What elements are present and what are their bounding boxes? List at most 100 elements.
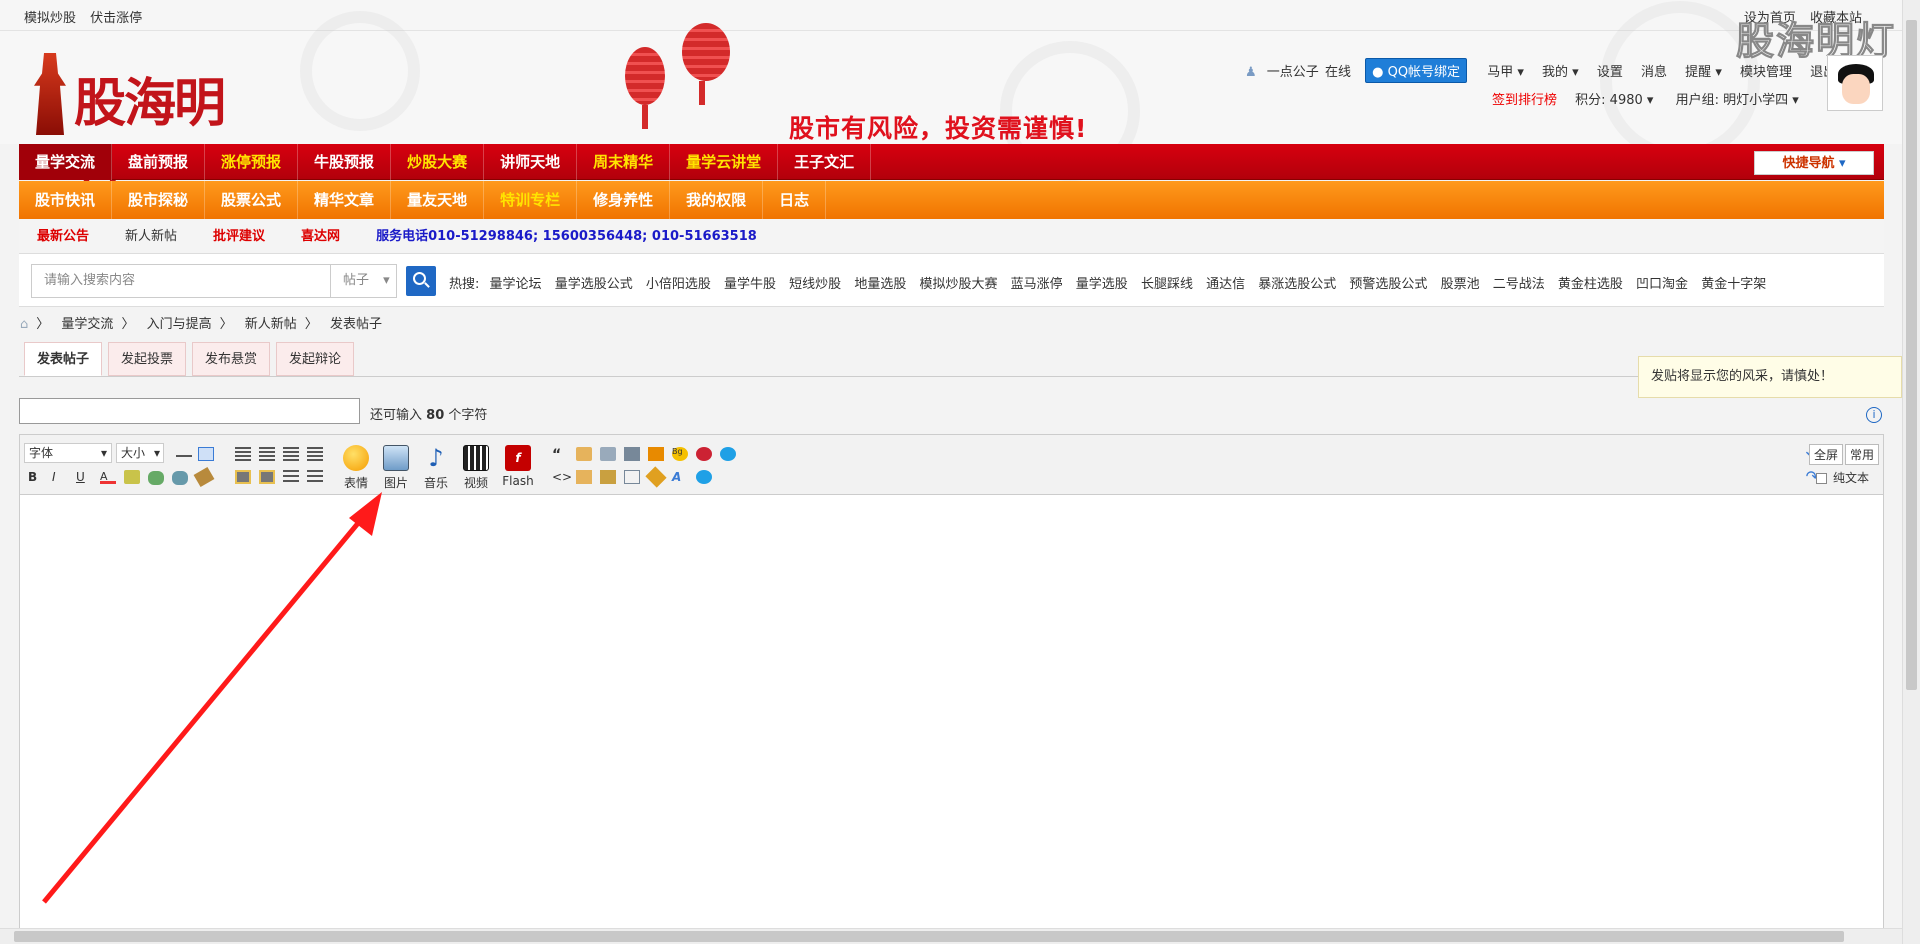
- media-play-icon[interactable]: [696, 470, 712, 484]
- breadcrumb-item[interactable]: 入门与提高: [147, 317, 212, 332]
- info-icon[interactable]: i: [1866, 407, 1882, 423]
- horizontal-rule-icon[interactable]: [176, 455, 192, 469]
- menu-sockpuppet[interactable]: 马甲 ▾: [1487, 65, 1524, 80]
- hot-search-item[interactable]: 蓝马涨停: [1011, 277, 1063, 292]
- hot-search-item[interactable]: 量学选股: [1076, 277, 1128, 292]
- align-justify-icon[interactable]: [307, 447, 323, 461]
- subnav-item[interactable]: 股票公式: [205, 181, 299, 219]
- underline-icon[interactable]: U: [76, 470, 92, 484]
- top-link-simulate[interactable]: 模拟炒股: [24, 11, 76, 26]
- hot-search-item[interactable]: 黄金十字架: [1701, 277, 1766, 292]
- notice-link-feedback[interactable]: 批评建议: [195, 219, 283, 254]
- insert-icon[interactable]: [648, 447, 664, 461]
- hot-search-item[interactable]: 模拟炒股大赛: [919, 277, 997, 292]
- code-icon[interactable]: <>: [552, 470, 572, 484]
- tab-post[interactable]: 发表帖子: [24, 342, 103, 376]
- align-center-icon[interactable]: [259, 447, 275, 461]
- attachment-icon[interactable]: [600, 470, 616, 484]
- plain-text-checkbox[interactable]: [1815, 473, 1827, 484]
- online-status[interactable]: 在线: [1325, 65, 1351, 80]
- notice-link-newbie[interactable]: 新人新帖: [107, 219, 195, 254]
- align-right-icon[interactable]: [283, 447, 299, 461]
- vertical-scrollbar[interactable]: [1902, 0, 1920, 944]
- post-title-input[interactable]: [19, 398, 360, 424]
- subnav-item[interactable]: 我的权限: [670, 181, 764, 219]
- hot-search-item[interactable]: 量学牛股: [724, 277, 776, 292]
- highlight-icon[interactable]: [124, 470, 140, 484]
- nav-item[interactable]: 盘前预报: [112, 144, 206, 180]
- font-color-icon[interactable]: A: [100, 470, 116, 484]
- unlink-icon[interactable]: [172, 471, 188, 485]
- search-button[interactable]: [406, 266, 436, 296]
- search-input[interactable]: 请输入搜索内容: [31, 264, 331, 298]
- hot-search-item[interactable]: 黄金柱选股: [1558, 277, 1623, 292]
- lock-icon[interactable]: [576, 470, 592, 484]
- qq-bind-button[interactable]: ● QQ帐号绑定: [1365, 58, 1468, 83]
- link-icon[interactable]: [148, 471, 164, 485]
- background-icon[interactable]: Bg: [672, 447, 688, 461]
- emoji-button[interactable]: 表情: [338, 445, 374, 491]
- tab-debate[interactable]: 发起辩论: [276, 342, 355, 376]
- hot-search-item[interactable]: 暴涨选股公式: [1258, 277, 1336, 292]
- hot-search-item[interactable]: 量学选股公式: [555, 277, 633, 292]
- user-group-menu[interactable]: 用户组: 明灯小学四 ▾: [1676, 93, 1799, 108]
- quick-nav-button[interactable]: 快捷导航 ▾: [1754, 151, 1874, 175]
- image-button[interactable]: 图片: [378, 445, 414, 491]
- hot-search-item[interactable]: 短线炒股: [789, 277, 841, 292]
- common-button[interactable]: 常用: [1843, 444, 1879, 465]
- hot-search-item[interactable]: 股票池: [1441, 277, 1480, 292]
- scrollbar-thumb[interactable]: [14, 931, 1844, 942]
- username[interactable]: 一点公子: [1267, 65, 1319, 80]
- align-left-icon[interactable]: [235, 447, 251, 461]
- ordered-list-icon[interactable]: [283, 470, 299, 484]
- tab-reward[interactable]: 发布悬赏: [192, 342, 271, 376]
- menu-settings[interactable]: 设置: [1597, 65, 1623, 80]
- hot-search-item[interactable]: 量学论坛: [490, 277, 542, 292]
- music-button[interactable]: ♪ 音乐: [418, 445, 454, 491]
- nav-item[interactable]: 量学云讲堂: [670, 144, 779, 180]
- italic-icon[interactable]: I: [52, 470, 68, 484]
- nav-item[interactable]: 牛股预报: [298, 144, 392, 180]
- bold-icon[interactable]: B: [28, 470, 44, 484]
- float-left-icon[interactable]: [235, 470, 251, 484]
- nav-item[interactable]: 周末精华: [577, 144, 671, 180]
- hot-search-item[interactable]: 长腿踩线: [1141, 277, 1193, 292]
- nav-item[interactable]: 涨停预报: [205, 144, 299, 180]
- menu-mine[interactable]: 我的 ▾: [1542, 65, 1579, 80]
- clear-format-icon[interactable]: [193, 466, 215, 488]
- float-right-icon[interactable]: [259, 470, 275, 484]
- top-link-ambush[interactable]: 伏击涨停: [90, 11, 142, 26]
- menu-reminders[interactable]: 提醒 ▾: [1685, 65, 1722, 80]
- subnav-item[interactable]: 特训专栏: [484, 181, 578, 219]
- hot-search-item[interactable]: 二号战法: [1493, 277, 1545, 292]
- subnav-item[interactable]: 量友天地: [391, 181, 485, 219]
- key-icon[interactable]: [645, 466, 667, 488]
- subnav-item[interactable]: 精华文章: [298, 181, 392, 219]
- nav-item[interactable]: 量学交流: [19, 144, 113, 180]
- tab-poll[interactable]: 发起投票: [108, 342, 187, 376]
- page-break-icon[interactable]: [624, 447, 640, 461]
- breadcrumb-item[interactable]: 新人新帖: [245, 317, 297, 332]
- hide-icon[interactable]: [576, 447, 592, 461]
- horizontal-scrollbar[interactable]: [0, 928, 1902, 944]
- menu-messages[interactable]: 消息: [1641, 65, 1667, 80]
- search-type-select[interactable]: 帖子 ▾: [331, 264, 397, 298]
- subnav-item[interactable]: 修身养性: [577, 181, 671, 219]
- quote-icon[interactable]: “: [552, 447, 568, 463]
- plain-text-toggle[interactable]: 纯文本: [1815, 469, 1869, 486]
- hot-search-item[interactable]: 预警选股公式: [1349, 277, 1427, 292]
- home-icon[interactable]: ⌂: [20, 317, 28, 332]
- nav-item[interactable]: 讲师天地: [484, 144, 578, 180]
- font-family-select[interactable]: 字体 ▾: [24, 443, 112, 463]
- hot-search-item[interactable]: 地量选股: [854, 277, 906, 292]
- table-grid-icon[interactable]: [624, 470, 640, 484]
- table-icon[interactable]: [198, 447, 214, 461]
- sign-rank-link[interactable]: 签到排行榜: [1492, 93, 1557, 108]
- play-icon[interactable]: [720, 447, 736, 461]
- flash-button[interactable]: f Flash: [498, 445, 538, 488]
- notice-link-announcement[interactable]: 最新公告: [19, 219, 107, 254]
- hot-search-item[interactable]: 通达信: [1206, 277, 1245, 292]
- font-style-icon[interactable]: A: [672, 470, 688, 484]
- site-logo[interactable]: 股海明灯: [18, 43, 228, 209]
- video-button[interactable]: 视频: [458, 445, 494, 491]
